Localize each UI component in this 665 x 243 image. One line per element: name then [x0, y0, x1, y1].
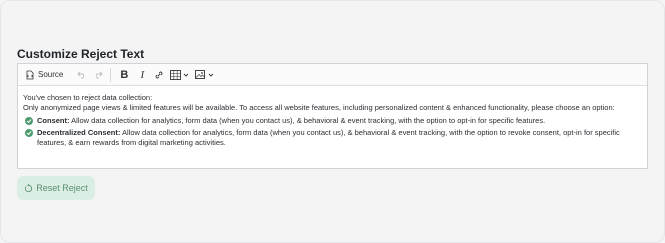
chevron-down-icon: [209, 73, 214, 77]
bullet-text: Allow data collection for analytics, for…: [37, 128, 620, 147]
editor-toolbar: Source B I: [18, 64, 647, 86]
bold-button[interactable]: B: [115, 66, 133, 84]
reset-reject-label: Reset Reject: [36, 183, 88, 193]
section-title: Customize Reject Text: [17, 47, 145, 61]
reset-reject-button[interactable]: Reset Reject: [17, 176, 95, 200]
link-icon: [155, 71, 163, 78]
check-circle-icon: [25, 129, 33, 137]
redo-icon: [96, 71, 103, 78]
italic-button[interactable]: I: [133, 66, 151, 84]
table-button[interactable]: [167, 66, 192, 84]
bullet-label: Consent:: [37, 116, 70, 125]
bullet-label: Decentralized Consent:: [37, 128, 121, 137]
list-item: Decentralized Consent: Allow data collec…: [23, 128, 642, 148]
rich-text-editor[interactable]: Source B I You've chosen to reject data …: [17, 63, 648, 169]
bullet-text: Allow data collection for analytics, for…: [69, 116, 546, 125]
editor-line: You've chosen to reject data collection:: [23, 93, 153, 102]
image-button[interactable]: [192, 66, 217, 84]
list-item: Consent: Allow data collection for analy…: [23, 116, 642, 126]
link-button[interactable]: [151, 66, 167, 84]
source-icon: [26, 70, 34, 79]
chevron-down-icon: [184, 73, 189, 77]
reset-icon: [25, 183, 33, 192]
undo-icon: [77, 71, 85, 78]
image-icon: [195, 69, 206, 79]
redo-button[interactable]: [90, 66, 106, 84]
source-label: Source: [38, 70, 64, 79]
editor-line: Only anonymized page views & limited fea…: [23, 103, 615, 112]
toolbar-divider: [110, 67, 112, 82]
editor-content[interactable]: You've chosen to reject data collection:…: [18, 86, 647, 148]
table-icon: [170, 69, 182, 80]
settings-card: Customize Reject Text Source B I You've …: [0, 0, 665, 243]
undo-button[interactable]: [74, 66, 90, 84]
check-circle-icon: [25, 117, 33, 125]
source-button[interactable]: Source: [22, 66, 66, 84]
